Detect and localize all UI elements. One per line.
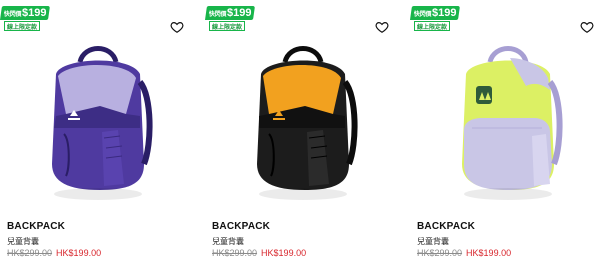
flash-price-badge: 快閃價 $199 線上限定款 bbox=[0, 6, 50, 31]
product-prices: HK$299.00 HK$199.00 bbox=[7, 248, 101, 258]
product-name[interactable]: BACKPACK bbox=[212, 221, 270, 232]
badge-prefix: 快閃價 bbox=[3, 11, 22, 18]
product-image[interactable] bbox=[205, 14, 400, 210]
product-name[interactable]: BACKPACK bbox=[7, 221, 65, 232]
badge-prefix: 快閃價 bbox=[413, 11, 432, 18]
original-price: HK$299.00 bbox=[417, 248, 463, 258]
product-image[interactable] bbox=[0, 14, 195, 210]
heart-outline-icon[interactable] bbox=[375, 20, 389, 34]
original-price: HK$299.00 bbox=[7, 248, 53, 258]
product-name[interactable]: BACKPACK bbox=[417, 221, 475, 232]
badge-note: 線上限定款 bbox=[4, 21, 40, 31]
badge-note: 線上限定款 bbox=[414, 21, 450, 31]
backpack-image bbox=[257, 46, 358, 200]
sale-price: HK$199.00 bbox=[56, 248, 102, 258]
badge-note: 線上限定款 bbox=[209, 21, 245, 31]
product-image[interactable] bbox=[410, 14, 600, 210]
product-card[interactable]: 快閃價 $199 線上限定款 BACKPACK 兒童背囊 HK$299.00 H… bbox=[205, 0, 400, 270]
sale-price: HK$199.00 bbox=[466, 248, 512, 258]
heart-outline-icon[interactable] bbox=[580, 20, 594, 34]
product-subtitle: 兒童背囊 bbox=[7, 237, 39, 246]
product-card[interactable]: 快閃價 $199 線上限定款 BACKPACK 兒童背囊 HK$299.00 HK bbox=[410, 0, 600, 270]
product-subtitle: 兒童背囊 bbox=[417, 237, 449, 246]
backpack-image bbox=[462, 46, 563, 200]
product-card[interactable]: 快閃價 $199 線上限定款 BACKPACK 兒童背囊 HK$299.00 H… bbox=[0, 0, 195, 270]
badge-price: $199 bbox=[22, 7, 47, 19]
flash-price-badge: 快閃價 $199 線上限定款 bbox=[410, 6, 460, 31]
badge-price: $199 bbox=[227, 7, 252, 19]
product-prices: HK$299.00 HK$199.00 bbox=[212, 248, 306, 258]
product-grid: 快閃價 $199 線上限定款 BACKPACK 兒童背囊 HK$299.00 H… bbox=[0, 0, 600, 270]
product-subtitle: 兒童背囊 bbox=[212, 237, 244, 246]
heart-outline-icon[interactable] bbox=[170, 20, 184, 34]
product-prices: HK$299.00 HK$199.00 bbox=[417, 248, 511, 258]
backpack-image bbox=[52, 46, 153, 200]
badge-prefix: 快閃價 bbox=[208, 11, 227, 18]
original-price: HK$299.00 bbox=[212, 248, 258, 258]
flash-price-badge: 快閃價 $199 線上限定款 bbox=[205, 6, 255, 31]
sale-price: HK$199.00 bbox=[261, 248, 307, 258]
badge-price: $199 bbox=[432, 7, 457, 19]
